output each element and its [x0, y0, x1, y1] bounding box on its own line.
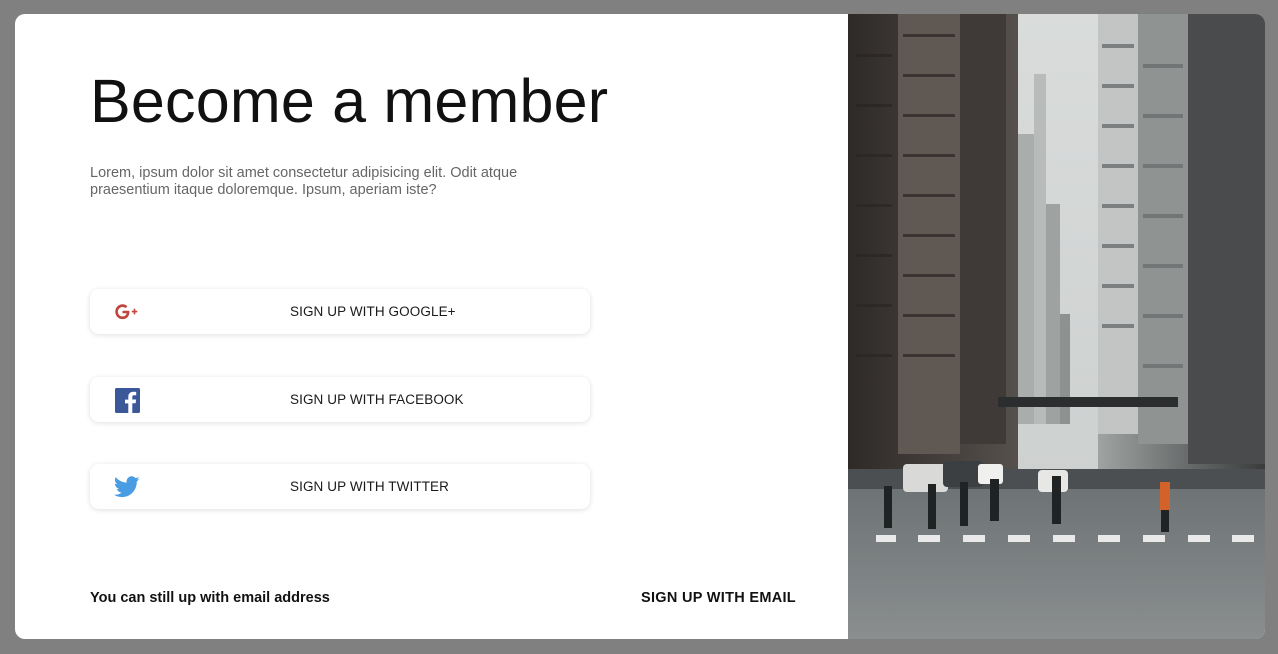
signup-card: Become a member Lorem, ipsum dolor sit a… [15, 14, 1265, 639]
signup-facebook-button[interactable]: SIGN UP WITH FACEBOOK [90, 377, 590, 422]
signup-email-link[interactable]: SIGN UP WITH EMAIL [641, 590, 796, 606]
signup-twitter-label: SIGN UP WITH TWITTER [290, 479, 449, 494]
twitter-icon [114, 474, 140, 500]
hero-city-photo [848, 14, 1265, 639]
signup-twitter-button[interactable]: SIGN UP WITH TWITTER [90, 464, 590, 509]
description-text: Lorem, ipsum dolor sit amet consectetur … [90, 165, 518, 198]
page-title: Become a member [90, 67, 609, 135]
signup-google-label: SIGN UP WITH GOOGLE+ [290, 304, 456, 319]
facebook-icon [114, 387, 140, 413]
signup-google-button[interactable]: SIGN UP WITH GOOGLE+ [90, 289, 590, 334]
google-plus-icon [114, 299, 140, 325]
signup-panel: Become a member Lorem, ipsum dolor sit a… [15, 14, 848, 639]
signup-facebook-label: SIGN UP WITH FACEBOOK [290, 392, 464, 407]
email-hint-text: You can still up with email address [90, 590, 330, 606]
